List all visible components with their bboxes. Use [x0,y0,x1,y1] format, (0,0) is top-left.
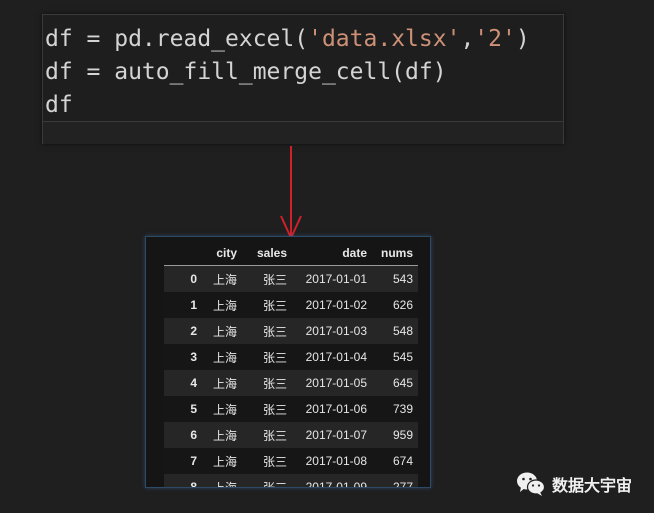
code-token: , [460,26,475,52]
row-index: 4 [190,376,197,390]
cell-nums: 739 [392,402,413,416]
page: df = pd.read_excel('data.xlsx','2') df = … [0,0,654,513]
code-token: ) [515,26,530,52]
cell-date: 2017-01-05 [305,376,367,390]
column-header-index [164,241,202,266]
cell-nums: 645 [392,376,413,390]
table-row: 0 上海 张三 2017-01-01 543 [164,265,418,292]
cell-nums: 545 [392,350,413,364]
table-row: 1 上海 张三 2017-01-02 626 [164,292,418,318]
row-index: 2 [190,324,197,338]
column-header-date: date [342,246,367,260]
cell-sales: 张三 [262,350,287,365]
watermark: 数据大宇宙 [516,470,632,498]
code-string-token: 'data.xlsx' [308,26,461,52]
code-token: df = pd.read_excel( [45,26,309,52]
cell-date: 2017-01-04 [305,350,367,364]
cell-nums: 543 [392,272,413,286]
code-token: df = auto_fill_merge_cell(df) [45,59,447,85]
cell-nums: 959 [392,428,413,442]
row-index: 1 [190,298,197,312]
code-cell-footer [43,121,563,144]
cell-city: 上海 [212,350,237,365]
cell-nums: 674 [392,454,413,468]
table-header-row: city sales date nums [164,241,418,266]
code-line: df = auto_fill_merge_cell(df) [45,56,563,89]
cell-sales: 张三 [262,272,287,287]
cell-sales: 张三 [262,454,287,469]
cell-date: 2017-01-03 [305,324,367,338]
cell-city: 上海 [212,324,237,339]
watermark-text: 数据大宇宙 [552,476,633,495]
code-string-token: '2' [474,26,516,52]
cell-city: 上海 [212,428,237,443]
dataframe-table: city sales date nums 0 上海 张三 2017-01-01 543 1… [164,241,418,488]
row-index: 3 [190,350,197,364]
table-body: 0 上海 张三 2017-01-01 543 1 上海 张三 2017-01-02 626 2 上海张… [164,265,418,488]
row-index: 6 [190,428,197,442]
down-arrow-icon [280,146,302,241]
cell-sales: 张三 [262,480,287,488]
table-row: 6 上海 张三 2017-01-07 959 [164,422,418,448]
row-index: 8 [190,480,197,488]
cell-nums: 277 [392,480,413,488]
table-row: 7 上海 张三 2017-01-08 674 [164,448,418,474]
cell-sales: 张三 [262,298,287,313]
cell-city: 上海 [212,376,237,391]
dataframe-output: city sales date nums 0 上海 张三 2017-01-01 543 1… [145,236,431,488]
code-editor[interactable]: df = pd.read_excel('data.xlsx','2') df = … [43,15,563,121]
cell-date: 2017-01-09 [305,480,367,488]
cell-sales: 张三 [262,428,287,443]
code-line: df = pd.read_excel('data.xlsx','2') [45,23,563,56]
code-token: df [45,92,73,118]
wechat-icon [517,472,546,496]
cell-city: 上海 [212,480,237,488]
cell-city: 上海 [212,454,237,469]
row-index: 5 [190,402,197,416]
cell-city: 上海 [212,272,237,287]
column-header-nums: nums [380,246,413,260]
cell-date: 2017-01-08 [305,454,367,468]
cell-sales: 张三 [262,324,287,339]
row-index: 7 [190,454,197,468]
table-row: 2 上海 张三 2017-01-03 548 [164,318,418,344]
cell-nums: 626 [392,298,413,312]
table-row: 8 上海 张三 2017-01-09 277 [164,474,418,488]
cell-sales: 张三 [262,402,287,417]
cell-date: 2017-01-02 [305,298,367,312]
cell-date: 2017-01-07 [305,428,367,442]
row-index: 0 [190,272,197,286]
cell-city: 上海 [212,298,237,313]
code-cell[interactable]: df = pd.read_excel('data.xlsx','2') df = … [42,14,564,144]
column-header-city: city [216,246,237,260]
cell-city: 上海 [212,402,237,417]
column-header-sales: sales [256,246,287,260]
cell-sales: 张三 [262,376,287,391]
table-row: 3 上海 张三 2017-01-04 545 [164,344,418,370]
cell-nums: 548 [392,324,413,338]
code-line: df [45,89,563,122]
table-row: 5 上海 张三 2017-01-06 739 [164,396,418,422]
cell-date: 2017-01-06 [305,402,367,416]
cell-date: 2017-01-01 [305,272,367,286]
table-row: 4 上海 张三 2017-01-05 645 [164,370,418,396]
